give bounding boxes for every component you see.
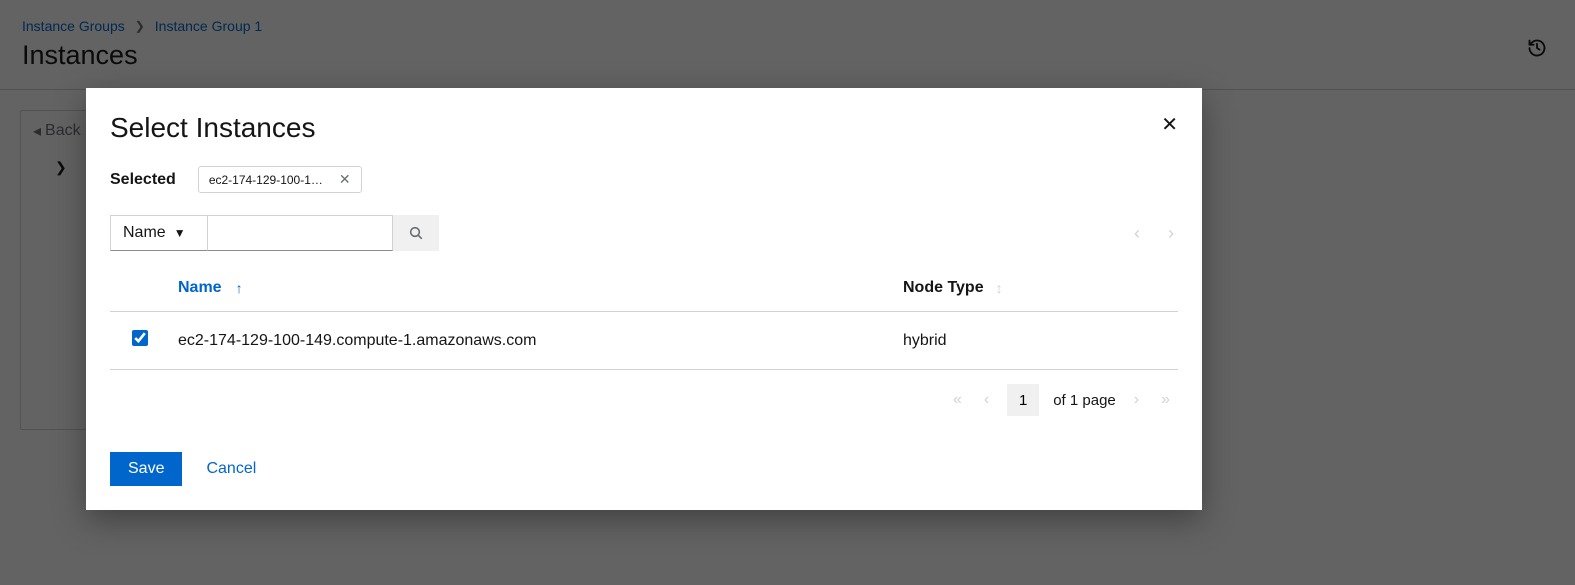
save-button[interactable]: Save bbox=[110, 452, 182, 486]
page-prev-button[interactable]: ‹ bbox=[980, 391, 993, 409]
chip-remove-button[interactable]: ✕ bbox=[339, 171, 351, 188]
selected-label: Selected bbox=[110, 171, 176, 189]
caret-down-icon: ▼ bbox=[174, 226, 186, 240]
table-header: Name ↑ Node Type ↕ bbox=[110, 269, 1178, 312]
chevron-right-icon: › bbox=[1168, 223, 1174, 243]
row-name: ec2-174-129-100-149.compute-1.amazonaws.… bbox=[178, 332, 903, 350]
filter-field-select[interactable]: Name ▼ bbox=[110, 215, 208, 251]
search-button[interactable] bbox=[393, 215, 439, 251]
row-checkbox[interactable] bbox=[132, 330, 148, 346]
page-last-button[interactable]: » bbox=[1157, 391, 1174, 409]
column-name-header[interactable]: Name ↑ bbox=[178, 279, 903, 297]
cancel-button[interactable]: Cancel bbox=[206, 460, 256, 478]
angle-double-left-icon: « bbox=[953, 391, 962, 408]
column-node-type-label: Node Type bbox=[903, 279, 984, 297]
search-input[interactable] bbox=[208, 215, 393, 251]
pagination: « ‹ of 1 page › » bbox=[110, 370, 1178, 422]
table-row: ec2-174-129-100-149.compute-1.amazonaws.… bbox=[110, 312, 1178, 370]
page-first-button[interactable]: « bbox=[949, 391, 966, 409]
chevron-left-icon: ‹ bbox=[1134, 223, 1140, 243]
filter-field-label: Name bbox=[123, 224, 166, 242]
column-name-label: Name bbox=[178, 279, 222, 297]
toolbar-prev-button[interactable]: ‹ bbox=[1134, 223, 1140, 244]
close-icon: ✕ bbox=[1161, 114, 1178, 136]
search-icon bbox=[408, 225, 424, 241]
angle-double-right-icon: » bbox=[1161, 391, 1170, 408]
toolbar-next-button[interactable]: › bbox=[1168, 223, 1174, 244]
sort-both-icon: ↕ bbox=[996, 280, 1003, 296]
sort-asc-icon: ↑ bbox=[236, 280, 243, 296]
page-of-text: of 1 page bbox=[1053, 392, 1116, 409]
chevron-left-icon: ‹ bbox=[984, 391, 989, 408]
selected-chip: ec2-174-129-100-149.... ✕ bbox=[198, 166, 362, 193]
selected-chip-text: ec2-174-129-100-149.... bbox=[209, 173, 329, 187]
close-button[interactable]: ✕ bbox=[1161, 112, 1178, 137]
close-icon: ✕ bbox=[339, 171, 351, 187]
modal-title: Select Instances bbox=[110, 112, 315, 144]
instances-table: Name ↑ Node Type ↕ ec2-174-129-100-149.c… bbox=[110, 269, 1178, 370]
page-number-input[interactable] bbox=[1007, 384, 1039, 416]
column-node-type-header[interactable]: Node Type ↕ bbox=[903, 279, 1083, 297]
chevron-right-icon: › bbox=[1134, 391, 1139, 408]
page-next-button[interactable]: › bbox=[1130, 391, 1143, 409]
row-node-type: hybrid bbox=[903, 332, 1083, 350]
select-instances-modal: Select Instances ✕ Selected ec2-174-129-… bbox=[86, 88, 1202, 510]
